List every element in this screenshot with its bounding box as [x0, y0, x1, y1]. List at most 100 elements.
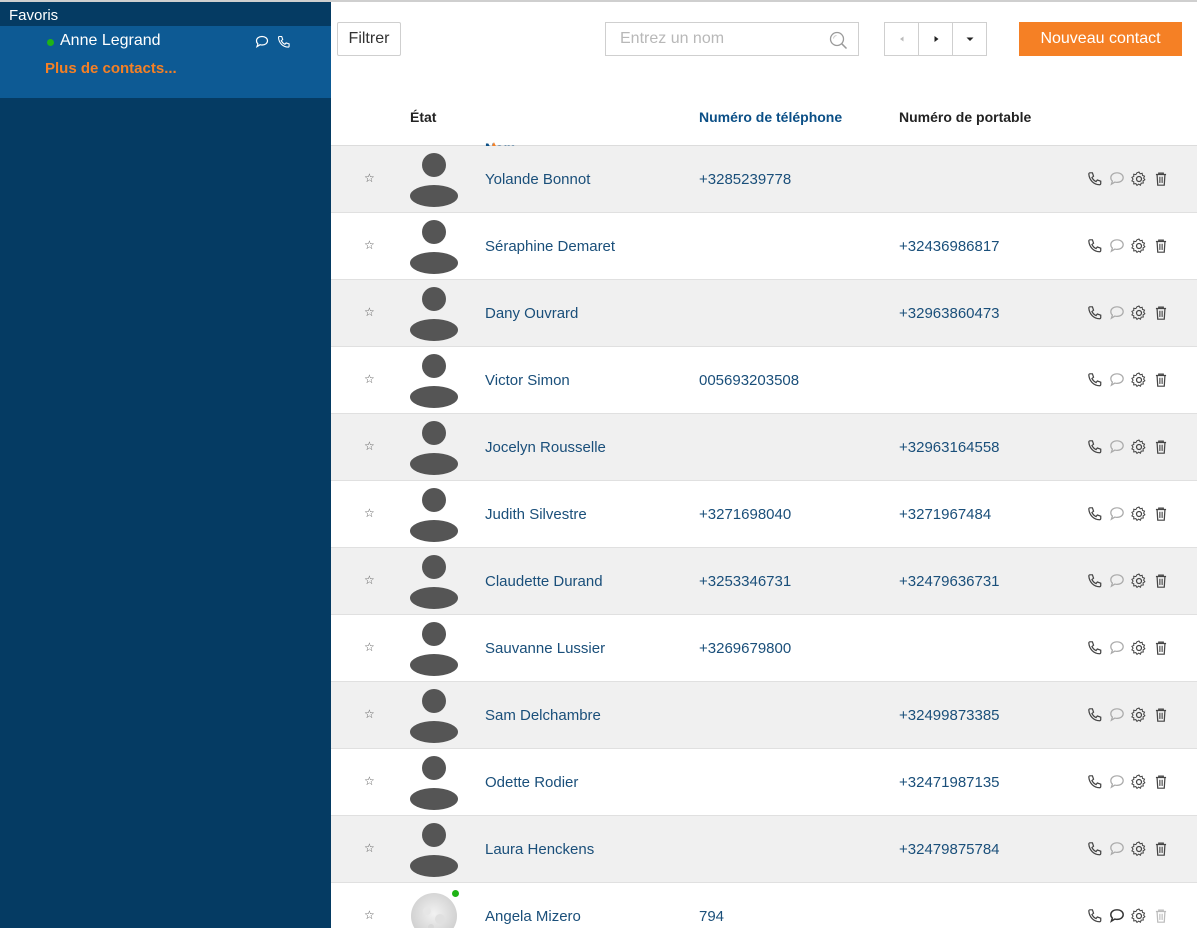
table-row[interactable]: ☆ Sam Delchambre +32499873385 — [331, 682, 1197, 749]
contact-name[interactable]: Laura Henckens — [485, 841, 594, 858]
more-contacts-link[interactable]: Plus de contacts... — [0, 54, 331, 77]
contact-name[interactable]: Claudette Durand — [485, 573, 603, 590]
contact-mobile[interactable]: +3271967484 — [899, 506, 991, 523]
settings-icon[interactable] — [1130, 706, 1148, 724]
contact-name[interactable]: Odette Rodier — [485, 774, 578, 791]
contact-name[interactable]: Yolande Bonnot — [485, 171, 590, 188]
phone-icon[interactable] — [1086, 639, 1104, 657]
trash-icon[interactable] — [1152, 505, 1170, 523]
chat-icon[interactable] — [1108, 639, 1126, 657]
contact-name[interactable]: Dany Ouvrard — [485, 305, 578, 322]
table-row[interactable]: ☆ Dany Ouvrard +32963860473 — [331, 280, 1197, 347]
phone-icon[interactable] — [1086, 438, 1104, 456]
next-page-button[interactable] — [918, 22, 953, 56]
phone-icon[interactable] — [1086, 840, 1104, 858]
settings-icon[interactable] — [1130, 572, 1148, 590]
settings-icon[interactable] — [1130, 170, 1148, 188]
trash-icon[interactable] — [1152, 237, 1170, 255]
filter-button[interactable]: Filtrer — [337, 22, 401, 56]
search-input[interactable] — [606, 23, 816, 55]
contact-name[interactable]: Victor Simon — [485, 372, 570, 389]
phone-icon[interactable] — [1086, 371, 1104, 389]
new-contact-button[interactable]: Nouveau contact — [1019, 22, 1182, 56]
star-icon[interactable]: ☆ — [364, 774, 375, 788]
chat-icon[interactable] — [1108, 304, 1126, 322]
settings-icon[interactable] — [1130, 639, 1148, 657]
settings-icon[interactable] — [1130, 304, 1148, 322]
chat-icon[interactable] — [1108, 840, 1126, 858]
contact-mobile[interactable]: +32479875784 — [899, 841, 1000, 858]
table-row[interactable]: ☆ Odette Rodier +32471987135 — [331, 749, 1197, 816]
trash-icon[interactable] — [1152, 304, 1170, 322]
chat-icon[interactable] — [1108, 505, 1126, 523]
trash-icon[interactable] — [1152, 438, 1170, 456]
phone-icon[interactable] — [1086, 773, 1104, 791]
settings-icon[interactable] — [1130, 237, 1148, 255]
contact-mobile[interactable]: +32499873385 — [899, 707, 1000, 724]
star-icon[interactable]: ☆ — [364, 707, 375, 721]
settings-icon[interactable] — [1130, 438, 1148, 456]
favorite-item[interactable]: Anne Legrand — [0, 32, 331, 54]
chat-icon[interactable] — [1108, 907, 1126, 925]
table-row[interactable]: ☆ Judith Silvestre +3271698040 +3271967484 — [331, 481, 1197, 548]
contact-name[interactable]: Sauvanne Lussier — [485, 640, 605, 657]
contact-phone[interactable]: 005693203508 — [699, 372, 799, 389]
star-icon[interactable]: ☆ — [364, 238, 375, 252]
chat-icon[interactable] — [1108, 237, 1126, 255]
phone-icon[interactable] — [1086, 706, 1104, 724]
table-row[interactable]: ☆ Yolande Bonnot +3285239778 — [331, 146, 1197, 213]
phone-icon[interactable] — [1086, 572, 1104, 590]
contact-name[interactable]: Sam Delchambre — [485, 707, 601, 724]
contact-name[interactable]: Judith Silvestre — [485, 506, 587, 523]
star-icon[interactable]: ☆ — [364, 171, 375, 185]
trash-icon[interactable] — [1152, 907, 1170, 925]
contact-mobile[interactable]: +32963164558 — [899, 439, 1000, 456]
phone-icon[interactable] — [1086, 170, 1104, 188]
trash-icon[interactable] — [1152, 773, 1170, 791]
chat-icon[interactable] — [254, 34, 270, 50]
contact-phone[interactable]: +3271698040 — [699, 506, 791, 523]
settings-icon[interactable] — [1130, 505, 1148, 523]
previous-page-button[interactable] — [884, 22, 919, 56]
contact-name[interactable]: Séraphine Demaret — [485, 238, 615, 255]
page-menu-button[interactable] — [952, 22, 987, 56]
contact-phone[interactable]: +3285239778 — [699, 171, 791, 188]
star-icon[interactable]: ☆ — [364, 439, 375, 453]
star-icon[interactable]: ☆ — [364, 908, 375, 922]
chat-icon[interactable] — [1108, 773, 1126, 791]
chat-icon[interactable] — [1108, 572, 1126, 590]
star-icon[interactable]: ☆ — [364, 640, 375, 654]
chat-icon[interactable] — [1108, 170, 1126, 188]
settings-icon[interactable] — [1130, 840, 1148, 858]
chat-icon[interactable] — [1108, 706, 1126, 724]
contact-phone[interactable]: 794 — [699, 908, 724, 925]
table-row[interactable]: ☆ Angela Mizero 794 — [331, 883, 1197, 928]
star-icon[interactable]: ☆ — [364, 372, 375, 386]
table-row[interactable]: ☆ Sauvanne Lussier +3269679800 — [331, 615, 1197, 682]
star-icon[interactable]: ☆ — [364, 573, 375, 587]
table-row[interactable]: ☆ Victor Simon 005693203508 — [331, 347, 1197, 414]
contact-phone[interactable]: +3269679800 — [699, 640, 791, 657]
settings-icon[interactable] — [1130, 371, 1148, 389]
chat-icon[interactable] — [1108, 438, 1126, 456]
trash-icon[interactable] — [1152, 706, 1170, 724]
table-row[interactable]: ☆ Séraphine Demaret +32436986817 — [331, 213, 1197, 280]
phone-icon[interactable] — [1086, 907, 1104, 925]
contact-mobile[interactable]: +32436986817 — [899, 238, 1000, 255]
contact-name[interactable]: Angela Mizero — [485, 908, 581, 925]
phone-icon[interactable] — [1086, 237, 1104, 255]
search-icon[interactable] — [828, 30, 848, 50]
phone-icon[interactable] — [276, 34, 292, 50]
contact-name[interactable]: Jocelyn Rousselle — [485, 439, 606, 456]
table-row[interactable]: ☆ Claudette Durand +3253346731 +32479636731 — [331, 548, 1197, 615]
contact-mobile[interactable]: +32963860473 — [899, 305, 1000, 322]
table-row[interactable]: ☆ Jocelyn Rousselle +32963164558 — [331, 414, 1197, 481]
phone-icon[interactable] — [1086, 304, 1104, 322]
phone-icon[interactable] — [1086, 505, 1104, 523]
star-icon[interactable]: ☆ — [364, 841, 375, 855]
trash-icon[interactable] — [1152, 371, 1170, 389]
contact-phone[interactable]: +3253346731 — [699, 573, 791, 590]
chat-icon[interactable] — [1108, 371, 1126, 389]
trash-icon[interactable] — [1152, 840, 1170, 858]
trash-icon[interactable] — [1152, 170, 1170, 188]
